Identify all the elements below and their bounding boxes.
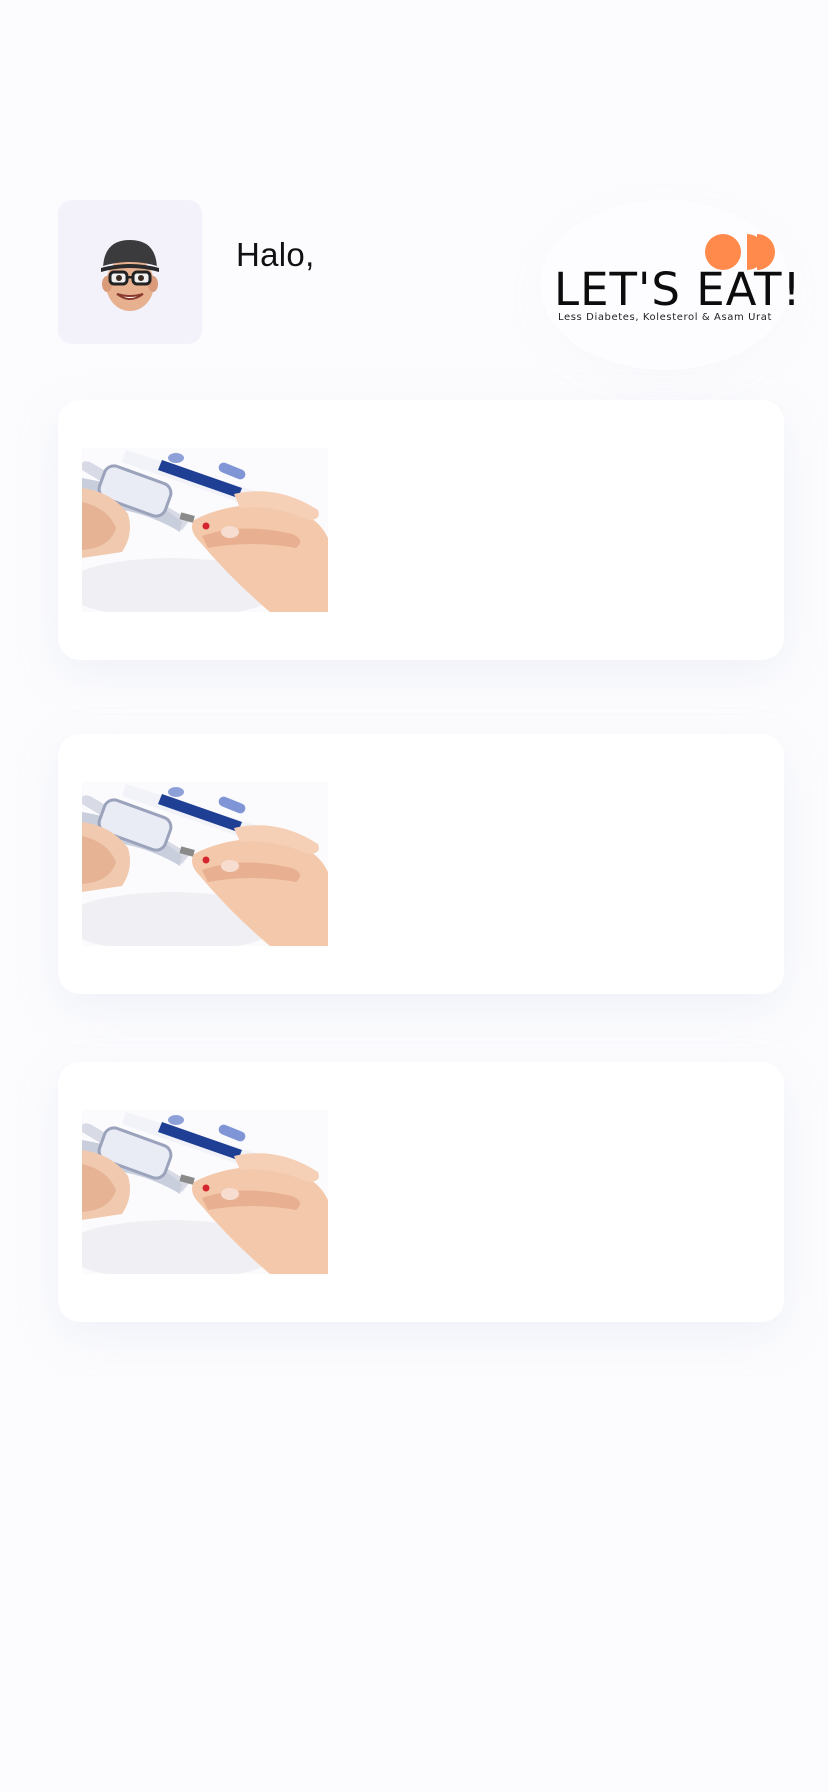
glucose-meter-finger-test-image xyxy=(82,782,328,946)
article-card[interactable] xyxy=(58,734,784,994)
memoji-avatar-icon xyxy=(101,240,159,311)
logo-subtitle: Less Diabetes, Kolesterol & Asam Urat xyxy=(558,312,773,323)
logo-title: LET'S EAT! xyxy=(554,263,802,316)
app-logo: LET'S EAT! Less Diabetes, Kolesterol & A… xyxy=(540,200,800,370)
card-image xyxy=(82,1110,328,1274)
card-image xyxy=(82,782,328,946)
greeting-text: Halo, xyxy=(236,236,315,273)
home-header: Halo, LET'S EAT! Less Diabetes, Kolester… xyxy=(0,0,828,400)
profile-avatar[interactable] xyxy=(58,200,202,344)
glucose-meter-finger-test-image xyxy=(82,448,328,612)
card-image xyxy=(82,448,328,612)
article-card[interactable] xyxy=(58,400,784,660)
glucose-meter-finger-test-image xyxy=(82,1110,328,1274)
article-card[interactable] xyxy=(58,1062,784,1322)
